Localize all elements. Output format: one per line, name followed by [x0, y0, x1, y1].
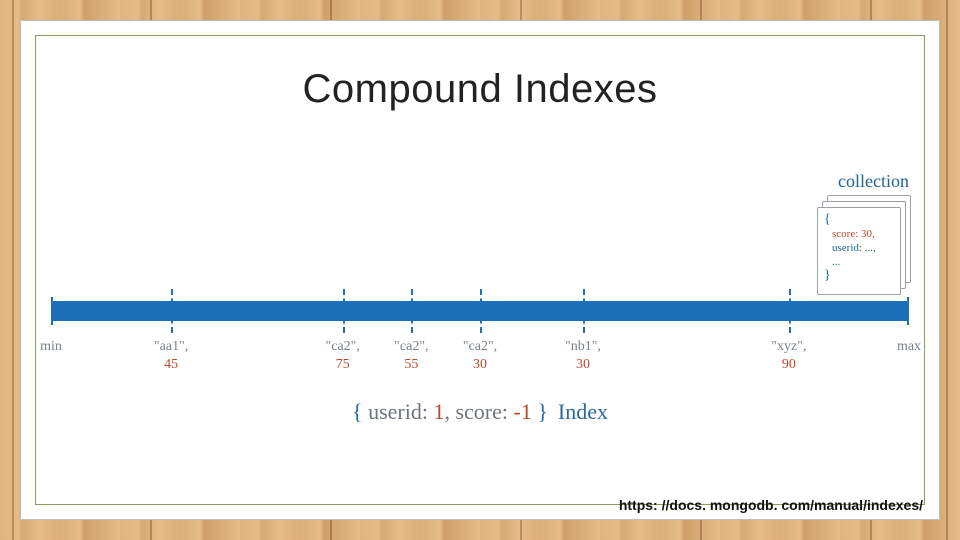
slide-card: Compound Indexes collection { score: 30,…	[20, 20, 940, 520]
tick-score: 30	[576, 357, 590, 373]
index-diagram: collection { score: 30, userid: ..., ...…	[51, 181, 909, 441]
index-tick	[583, 289, 585, 333]
doc-userid-line: userid: ...,	[832, 242, 876, 254]
index-tick	[789, 289, 791, 333]
index-spec: { userid: 1, score: -1 }Index	[51, 399, 909, 425]
source-url: https: //docs. mongodb. com/manual/index…	[619, 497, 923, 513]
axis-min-label: min	[40, 339, 62, 355]
index-tick	[171, 289, 173, 333]
collection-label: collection	[838, 171, 909, 192]
tick-userid: "ca2",	[326, 339, 360, 355]
tick-score: 30	[473, 357, 487, 373]
index-tick	[343, 289, 345, 333]
tick-userid: "nb1",	[565, 339, 601, 355]
document-stack-icon: { score: 30, userid: ..., ... }	[817, 195, 909, 293]
tick-userid: "xyz",	[771, 339, 806, 355]
document-sample: { score: 30, userid: ..., ... }	[817, 207, 901, 295]
tick-userid: "ca2",	[463, 339, 497, 355]
tick-score: 45	[164, 357, 178, 373]
slide-title: Compound Indexes	[21, 67, 939, 112]
tick-userid: "aa1",	[154, 339, 188, 355]
tick-score: 55	[404, 357, 418, 373]
doc-score-line: score: 30,	[832, 228, 875, 240]
doc-ellipsis: ...	[832, 256, 840, 268]
tick-score: 90	[782, 357, 796, 373]
index-tick	[480, 289, 482, 333]
axis-max-label: max	[897, 339, 921, 355]
index-tick	[411, 289, 413, 333]
tick-score: 75	[336, 357, 350, 373]
tick-userid: "ca2",	[394, 339, 428, 355]
index-word: Index	[558, 399, 608, 424]
